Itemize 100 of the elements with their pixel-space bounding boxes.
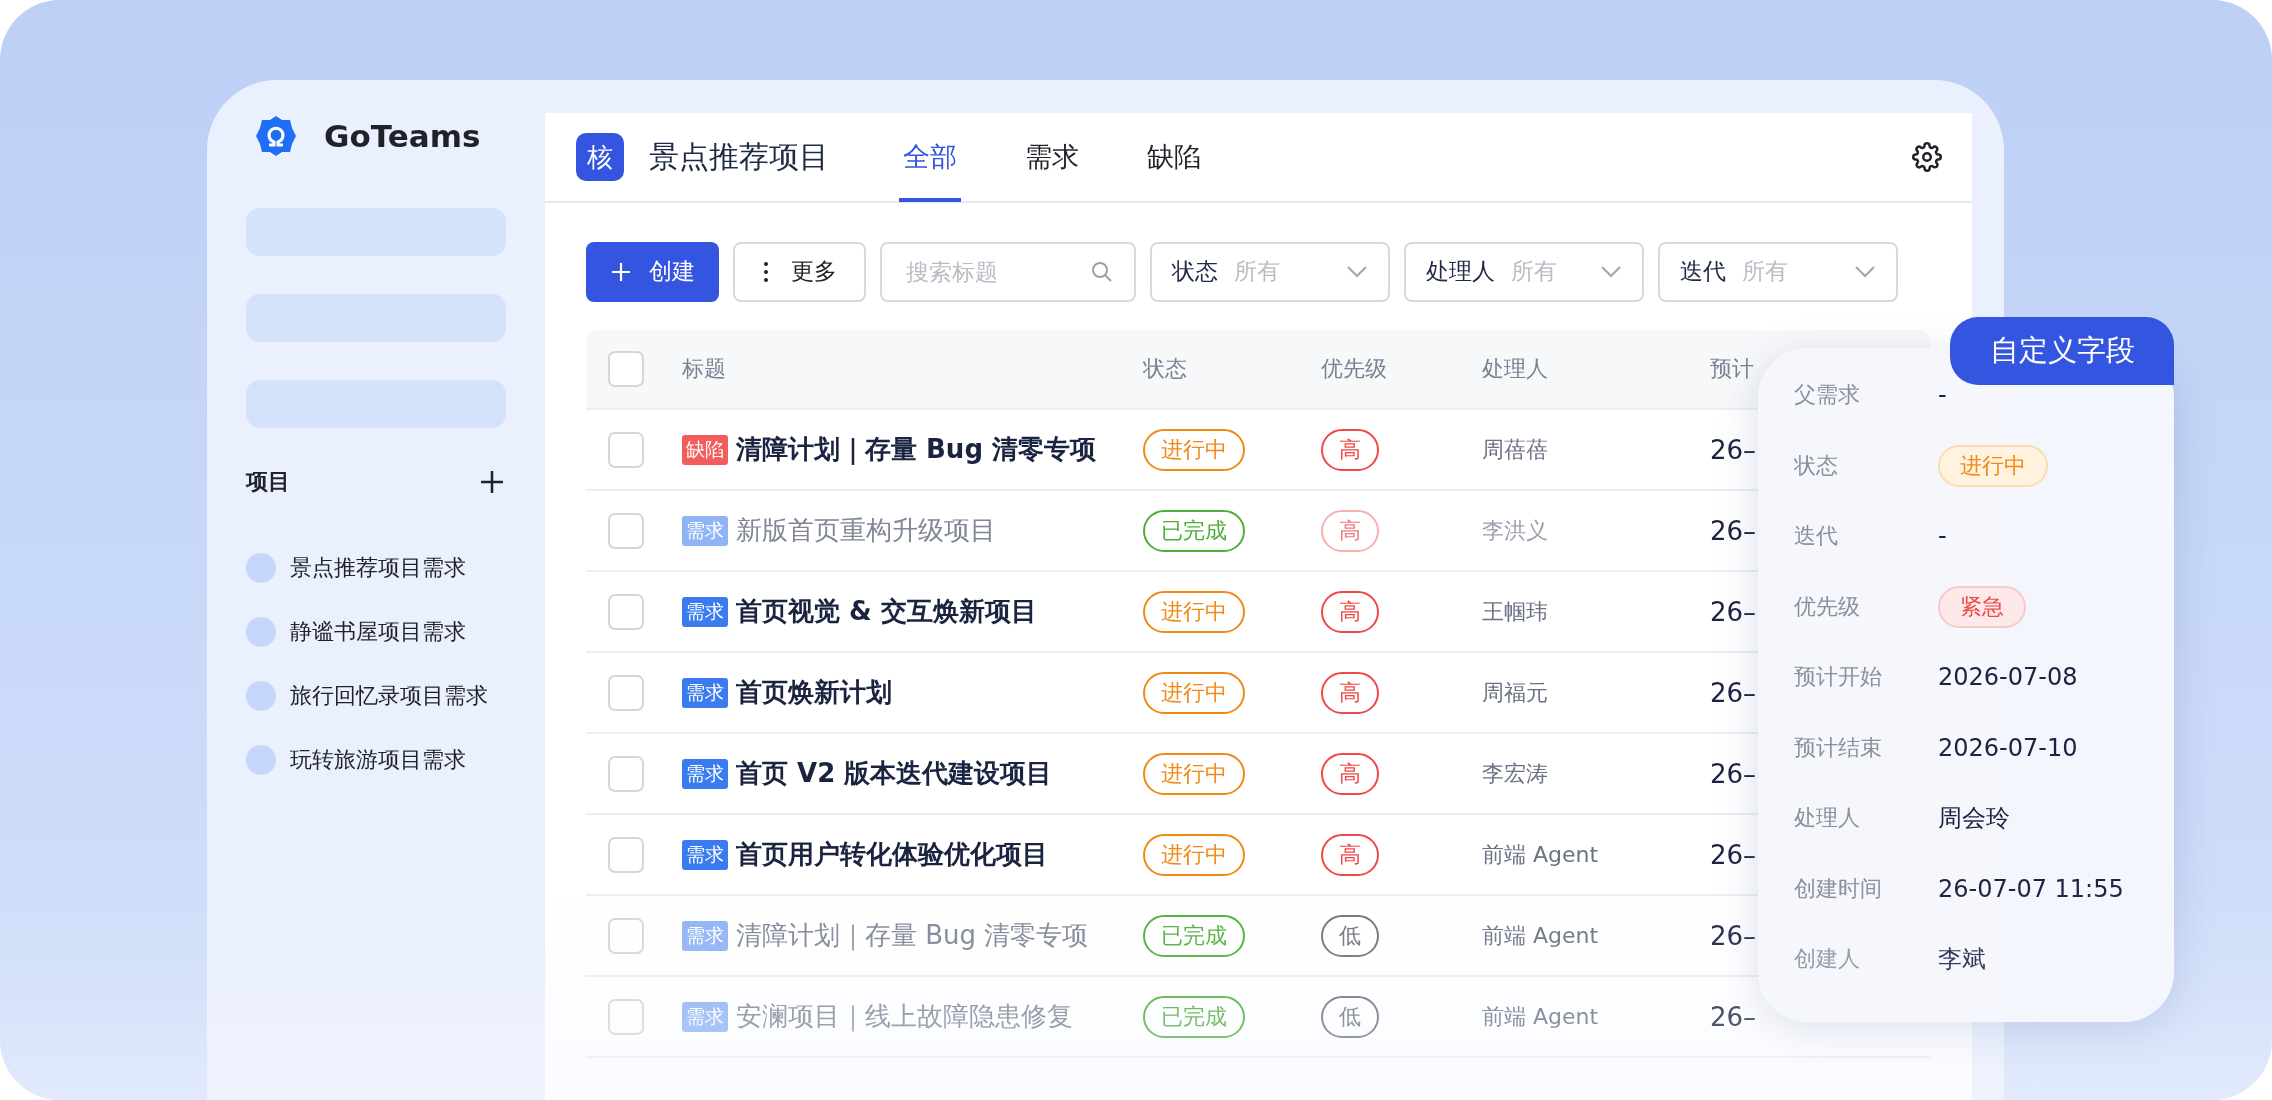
filter-dropdown[interactable]: 迭代 所有	[1658, 241, 1898, 302]
item-title[interactable]: 首页 V2 版本迭代建设项目	[736, 756, 1053, 791]
date-cell: 26–	[1710, 1001, 1757, 1032]
item-title[interactable]: 首页用户转化体验优化项目	[736, 837, 1048, 872]
assignee-cell-text: 周蓓蓓	[1482, 435, 1548, 464]
priority-tag: 低	[1321, 914, 1379, 957]
filter-label: 处理人	[1426, 257, 1495, 286]
type-tag: 需求	[682, 515, 728, 546]
field-label: 处理人	[1794, 804, 1861, 833]
priority-tag: 高	[1321, 428, 1379, 471]
column-header: 状态	[1143, 355, 1187, 383]
status-tag: 进行中	[1143, 590, 1245, 633]
checkbox[interactable]	[608, 998, 644, 1035]
type-tag: 需求	[682, 596, 728, 627]
more-icon	[762, 260, 769, 283]
checkbox[interactable]	[608, 512, 644, 549]
assignee-cell-text: 前端 Agent	[1482, 1002, 1599, 1031]
search-box[interactable]: 搜索标题	[880, 241, 1136, 302]
project-dot-icon	[246, 617, 276, 647]
field-label: 状态	[1794, 451, 1839, 480]
priority-tag: 高	[1321, 590, 1379, 633]
type-tag: 需求	[682, 1001, 728, 1032]
tab[interactable]: 需求	[1021, 112, 1083, 202]
status-tag: 进行中	[1143, 752, 1245, 795]
date-cell: 26–	[1710, 677, 1757, 708]
priority-tag: 高	[1321, 833, 1379, 876]
project-item[interactable]: 旅行回忆录项目需求	[290, 681, 488, 711]
checkbox[interactable]	[608, 674, 644, 711]
status-tag: 已完成	[1143, 509, 1245, 552]
plus-icon	[610, 261, 631, 282]
priority-tag: 高	[1321, 509, 1379, 552]
assignee-cell-text: 前端 Agent	[1482, 921, 1599, 950]
field-value: -	[1938, 381, 1947, 410]
field-value: 周会玲	[1938, 803, 2010, 835]
status-tag: 进行中	[1143, 428, 1245, 471]
project-item[interactable]: 玩转旅游项目需求	[290, 745, 466, 775]
plus-icon	[478, 468, 506, 496]
date-cell: 26–	[1710, 515, 1757, 546]
date-cell: 26–	[1710, 758, 1757, 789]
field-value: 李斌	[1938, 944, 1986, 976]
field-value: 2026-07-08	[1938, 663, 2078, 692]
field-label: 父需求	[1794, 381, 1861, 410]
field-label: 创建人	[1794, 945, 1861, 974]
assignee-cell-text: 李宏涛	[1482, 759, 1548, 788]
chevron-down-icon	[1600, 264, 1622, 279]
filter-label: 状态	[1172, 257, 1218, 286]
filter-label: 迭代	[1680, 257, 1726, 286]
checkbox[interactable]	[608, 836, 644, 873]
priority-tag: 高	[1321, 752, 1379, 795]
filter-dropdown[interactable]: 状态 所有	[1150, 241, 1390, 302]
chevron-down-icon	[1854, 264, 1876, 279]
checkbox[interactable]	[608, 917, 644, 954]
field-label: 创建时间	[1794, 874, 1883, 903]
type-tag: 需求	[682, 758, 728, 789]
checkbox[interactable]	[608, 431, 644, 468]
brand-name: GoTeams	[324, 118, 481, 154]
checkbox[interactable]	[608, 351, 644, 387]
project-item[interactable]: 景点推荐项目需求	[290, 553, 466, 583]
priority-tag: 低	[1321, 995, 1379, 1038]
field-label: 迭代	[1794, 522, 1839, 551]
type-tag: 缺陷	[682, 434, 728, 465]
status-tag: 进行中	[1143, 833, 1245, 876]
type-tag: 需求	[682, 839, 728, 870]
item-title[interactable]: 首页焕新计划	[736, 675, 892, 710]
field-label: 预计开始	[1794, 663, 1883, 692]
add-button[interactable]	[478, 468, 506, 496]
tab[interactable]: 全部	[899, 112, 961, 202]
item-title[interactable]: 清障计划｜存量 Bug 清零专项	[736, 432, 1097, 467]
field-label: 预计结束	[1794, 733, 1883, 762]
item-title[interactable]: 首页视觉 & 交互焕新项目	[736, 594, 1037, 629]
checkbox[interactable]	[608, 593, 644, 630]
filter-dropdown[interactable]: 处理人 所有	[1404, 241, 1644, 302]
column-header: 预计	[1710, 355, 1754, 383]
priority-tag: 高	[1321, 671, 1379, 714]
date-cell: 26–	[1710, 839, 1757, 870]
date-cell: 26–	[1710, 434, 1757, 465]
status-tag: 进行中	[1143, 671, 1245, 714]
type-tag: 需求	[682, 677, 728, 708]
settings-icon	[1912, 142, 1942, 172]
project-item[interactable]: 静谧书屋项目需求	[290, 617, 466, 647]
more-button[interactable]: 更多	[733, 241, 866, 302]
search-field[interactable]: 搜索标题	[904, 257, 1090, 286]
settings-button[interactable]	[1912, 142, 1942, 172]
column-header: 处理人	[1482, 355, 1548, 383]
assignee-cell-text: 王帼玮	[1482, 597, 1548, 626]
tab[interactable]: 缺陷	[1143, 112, 1205, 202]
field-value: -	[1938, 522, 1947, 551]
date-cell: 26–	[1710, 596, 1757, 627]
create-button[interactable]: 创建	[586, 241, 719, 302]
filter-value: 所有	[1511, 257, 1558, 286]
filter-value: 所有	[1742, 257, 1789, 286]
type-tag: 需求	[682, 920, 728, 951]
project-badge: 核	[576, 133, 624, 181]
assignee-cell-text: 李洪义	[1482, 516, 1548, 545]
assignee-cell-text: 前端 Agent	[1482, 840, 1599, 869]
item-title[interactable]: 新版首页重构升级项目	[736, 513, 996, 548]
search-icon	[1090, 259, 1114, 284]
logo-icon	[254, 114, 298, 158]
field-tag: 进行中	[1938, 444, 2048, 487]
checkbox[interactable]	[608, 755, 644, 792]
